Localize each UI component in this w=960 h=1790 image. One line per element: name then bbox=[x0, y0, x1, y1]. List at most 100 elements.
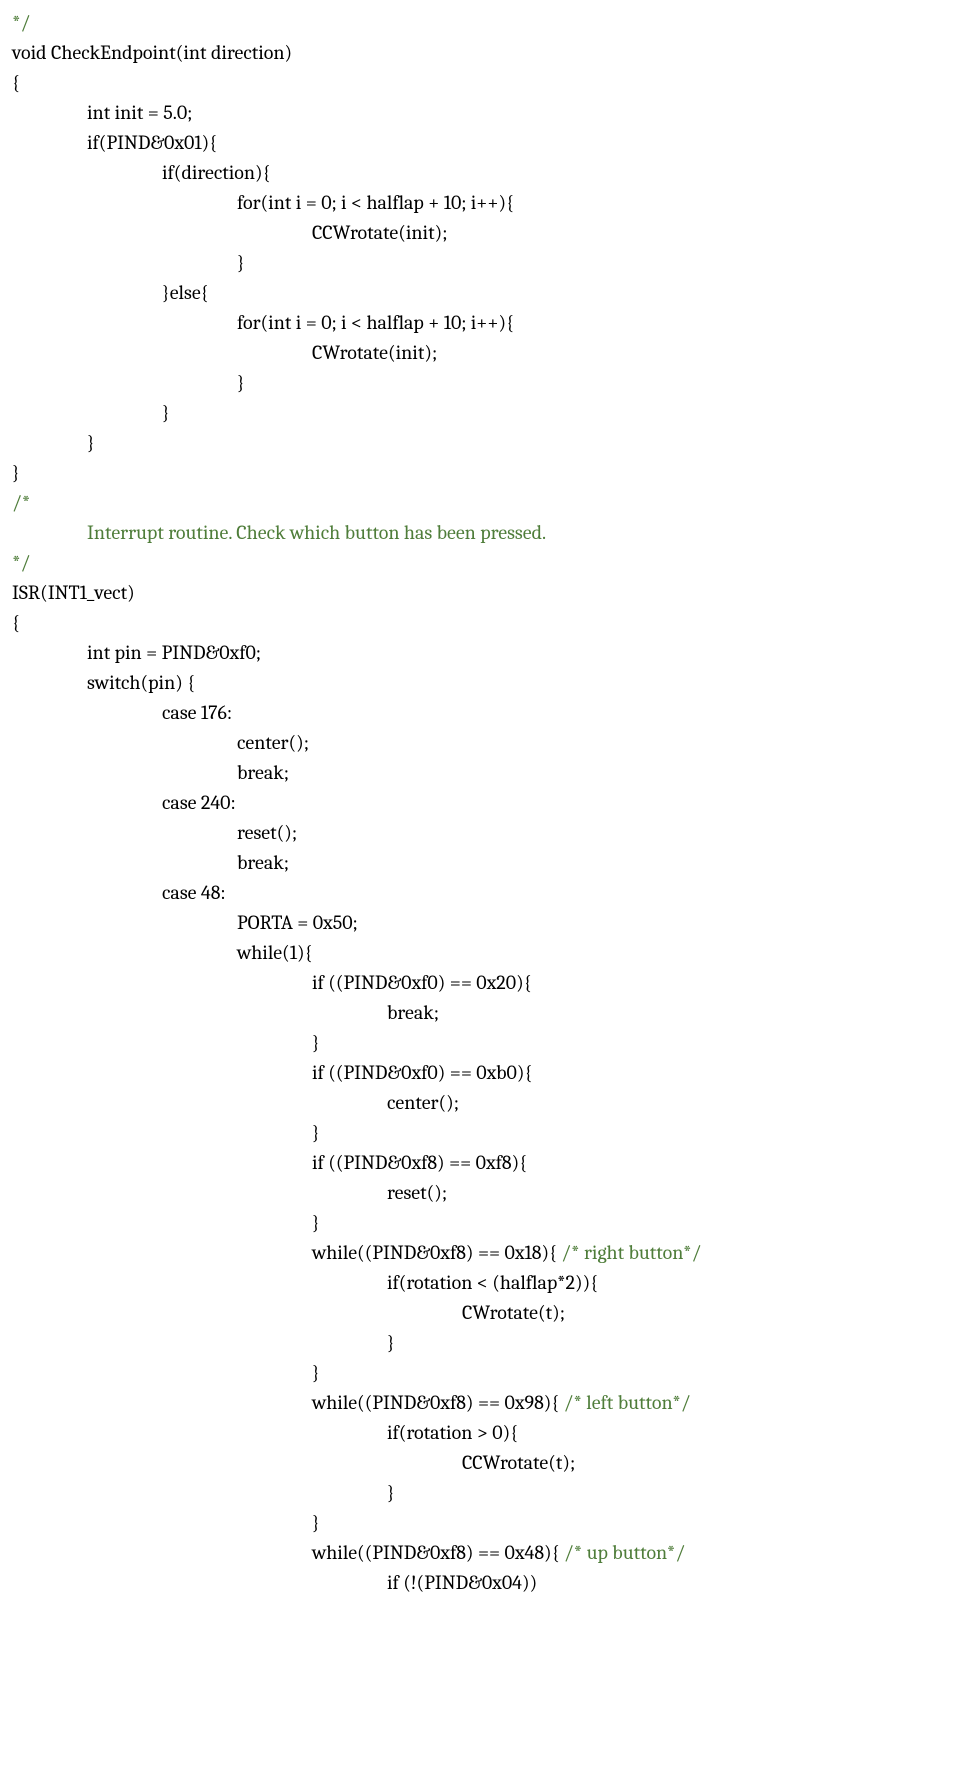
code-text: reset(); bbox=[387, 1181, 447, 1204]
code-line: */ bbox=[12, 548, 948, 578]
code-text: case 48: bbox=[162, 881, 226, 904]
code-text: } bbox=[312, 1361, 320, 1384]
code-line: }else{ bbox=[12, 278, 948, 308]
code-line: CWrotate(t); bbox=[12, 1298, 948, 1328]
code-line: { bbox=[12, 68, 948, 98]
code-line: */ bbox=[12, 8, 948, 38]
code-text: if(rotation > 0){ bbox=[387, 1421, 518, 1444]
code-line: } bbox=[12, 1118, 948, 1148]
code-text: switch(pin) { bbox=[87, 671, 195, 694]
code-text: break; bbox=[237, 851, 289, 874]
code-text: CWrotate(t); bbox=[462, 1301, 565, 1324]
code-text: { bbox=[12, 611, 20, 634]
code-line: Interrupt routine. Check which button ha… bbox=[12, 518, 948, 548]
code-line: if(PIND&0x01){ bbox=[12, 128, 948, 158]
code-text: for(int i = 0; i < halflap + 10; i++){ bbox=[237, 191, 514, 214]
code-line: } bbox=[12, 1208, 948, 1238]
code-line: while((PIND&0xf8) == 0x18){ /* right but… bbox=[12, 1238, 948, 1268]
code-line: reset(); bbox=[12, 818, 948, 848]
code-line: PORTA = 0x50; bbox=[12, 908, 948, 938]
code-text: if ((PIND&0xf0) == 0x20){ bbox=[312, 971, 531, 994]
code-text: if (!(PIND&0x04)) bbox=[387, 1571, 537, 1594]
inline-comment: /* left button*/ bbox=[564, 1391, 691, 1414]
code-text: if(rotation < (halflap*2)){ bbox=[387, 1271, 598, 1294]
code-text: case 176: bbox=[162, 701, 232, 724]
comment-text: Interrupt routine. Check which button ha… bbox=[87, 521, 546, 544]
code-text: } bbox=[312, 1211, 320, 1234]
code-line: } bbox=[12, 1328, 948, 1358]
comment-text: */ bbox=[12, 11, 30, 34]
comment-text: /* bbox=[12, 491, 30, 514]
code-line: int pin = PIND&0xf0; bbox=[12, 638, 948, 668]
code-text: } bbox=[387, 1331, 395, 1354]
inline-comment: /* right button*/ bbox=[561, 1241, 701, 1264]
code-text: case 240: bbox=[162, 791, 236, 814]
code-text: } bbox=[162, 401, 170, 424]
code-text: CCWrotate(init); bbox=[312, 221, 448, 244]
code-line: ISR(INT1_vect) bbox=[12, 578, 948, 608]
code-line: break; bbox=[12, 758, 948, 788]
code-line: { bbox=[12, 608, 948, 638]
code-text: if(PIND&0x01){ bbox=[87, 131, 217, 154]
code-text: if ((PIND&0xf0) == 0xb0){ bbox=[312, 1061, 532, 1084]
code-line: while(1){ bbox=[12, 938, 948, 968]
code-text: int init = 5.0; bbox=[87, 101, 192, 124]
code-text: } bbox=[237, 251, 245, 274]
code-line: CCWrotate(init); bbox=[12, 218, 948, 248]
code-text: while((PIND&0xf8) == 0x48){ bbox=[312, 1541, 564, 1564]
code-line: } bbox=[12, 1478, 948, 1508]
code-text: PORTA = 0x50; bbox=[237, 911, 358, 934]
code-line: CWrotate(init); bbox=[12, 338, 948, 368]
code-line: if ((PIND&0xf0) == 0x20){ bbox=[12, 968, 948, 998]
code-text: }else{ bbox=[162, 281, 208, 304]
code-line: } bbox=[12, 248, 948, 278]
code-line: void CheckEndpoint(int direction) bbox=[12, 38, 948, 68]
code-text: reset(); bbox=[237, 821, 297, 844]
code-text: break; bbox=[387, 1001, 439, 1024]
code-line: if(rotation < (halflap*2)){ bbox=[12, 1268, 948, 1298]
code-text: break; bbox=[237, 761, 289, 784]
code-text: for(int i = 0; i < halflap + 10; i++){ bbox=[237, 311, 514, 334]
code-line: /* bbox=[12, 488, 948, 518]
code-line: case 176: bbox=[12, 698, 948, 728]
code-line: } bbox=[12, 398, 948, 428]
code-line: } bbox=[12, 428, 948, 458]
code-text: while((PIND&0xf8) == 0x98){ bbox=[312, 1391, 564, 1414]
code-line: switch(pin) { bbox=[12, 668, 948, 698]
code-line: } bbox=[12, 1358, 948, 1388]
code-text: { bbox=[12, 71, 20, 94]
inline-comment: /* up button*/ bbox=[564, 1541, 685, 1564]
code-line: if ((PIND&0xf0) == 0xb0){ bbox=[12, 1058, 948, 1088]
code-line: if(direction){ bbox=[12, 158, 948, 188]
code-line: reset(); bbox=[12, 1178, 948, 1208]
code-line: center(); bbox=[12, 1088, 948, 1118]
code-text: CWrotate(init); bbox=[312, 341, 437, 364]
code-text: int pin = PIND&0xf0; bbox=[87, 641, 261, 664]
code-line: break; bbox=[12, 998, 948, 1028]
code-text: while((PIND&0xf8) == 0x18){ bbox=[312, 1241, 561, 1264]
code-line: } bbox=[12, 1508, 948, 1538]
code-line: break; bbox=[12, 848, 948, 878]
code-line: if(rotation > 0){ bbox=[12, 1418, 948, 1448]
code-line: CCWrotate(t); bbox=[12, 1448, 948, 1478]
code-line: for(int i = 0; i < halflap + 10; i++){ bbox=[12, 188, 948, 218]
code-text: while(1){ bbox=[237, 941, 312, 964]
code-text: } bbox=[387, 1481, 395, 1504]
code-line: int init = 5.0; bbox=[12, 98, 948, 128]
code-text: } bbox=[12, 461, 20, 484]
code-text: } bbox=[312, 1031, 320, 1054]
code-text: void CheckEndpoint(int direction) bbox=[12, 41, 292, 64]
code-text: } bbox=[312, 1121, 320, 1144]
code-line: while((PIND&0xf8) == 0x48){ /* up button… bbox=[12, 1538, 948, 1568]
code-text: } bbox=[237, 371, 245, 394]
code-line: } bbox=[12, 458, 948, 488]
code-line: while((PIND&0xf8) == 0x98){ /* left butt… bbox=[12, 1388, 948, 1418]
code-text: center(); bbox=[387, 1091, 459, 1114]
code-text: } bbox=[87, 431, 95, 454]
code-line: } bbox=[12, 368, 948, 398]
code-text: center(); bbox=[237, 731, 309, 754]
code-line: case 240: bbox=[12, 788, 948, 818]
code-line: if (!(PIND&0x04)) bbox=[12, 1568, 948, 1598]
code-line: if ((PIND&0xf8) == 0xf8){ bbox=[12, 1148, 948, 1178]
code-line: center(); bbox=[12, 728, 948, 758]
